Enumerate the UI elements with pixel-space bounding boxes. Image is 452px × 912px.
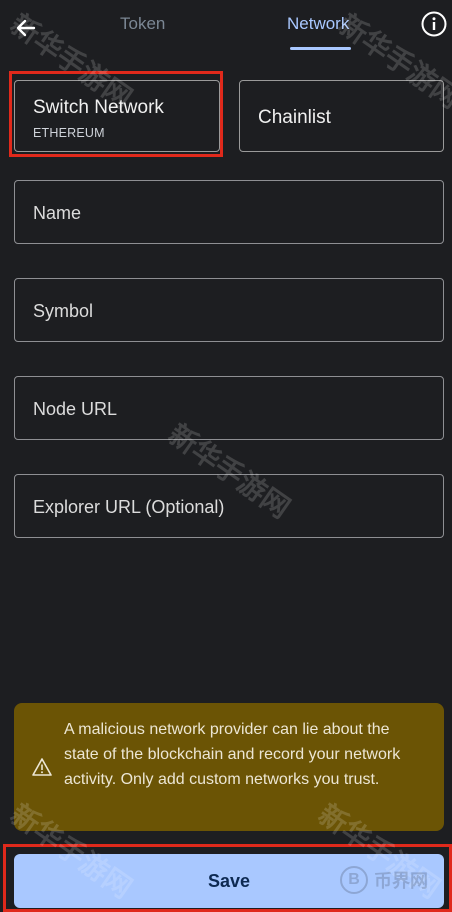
chainlist-label: Chainlist <box>258 107 331 128</box>
watermark-logo: B 币界网 <box>340 866 428 894</box>
symbol-field[interactable]: Symbol <box>14 278 444 342</box>
active-tab-indicator <box>290 47 351 50</box>
node-url-field[interactable]: Node URL <box>14 376 444 440</box>
warning-text: A malicious network provider can lie abo… <box>64 721 401 788</box>
coin-logo-icon: B <box>340 866 368 894</box>
symbol-placeholder: Symbol <box>33 301 94 321</box>
tab-token[interactable]: Token <box>120 14 165 34</box>
info-icon <box>421 11 447 37</box>
warning-banner: A malicious network provider can lie abo… <box>14 703 444 831</box>
info-button[interactable] <box>421 11 447 37</box>
name-field[interactable]: Name <box>14 180 444 244</box>
explorer-url-placeholder: Explorer URL (Optional) <box>33 497 225 517</box>
name-placeholder: Name <box>33 203 82 223</box>
node-url-placeholder: Node URL <box>33 399 118 419</box>
watermark-logo-text: 币界网 <box>374 871 428 891</box>
warning-triangle-icon <box>32 758 52 776</box>
save-label: Save <box>207 870 251 891</box>
current-network-label: ETHEREUM <box>33 126 105 140</box>
